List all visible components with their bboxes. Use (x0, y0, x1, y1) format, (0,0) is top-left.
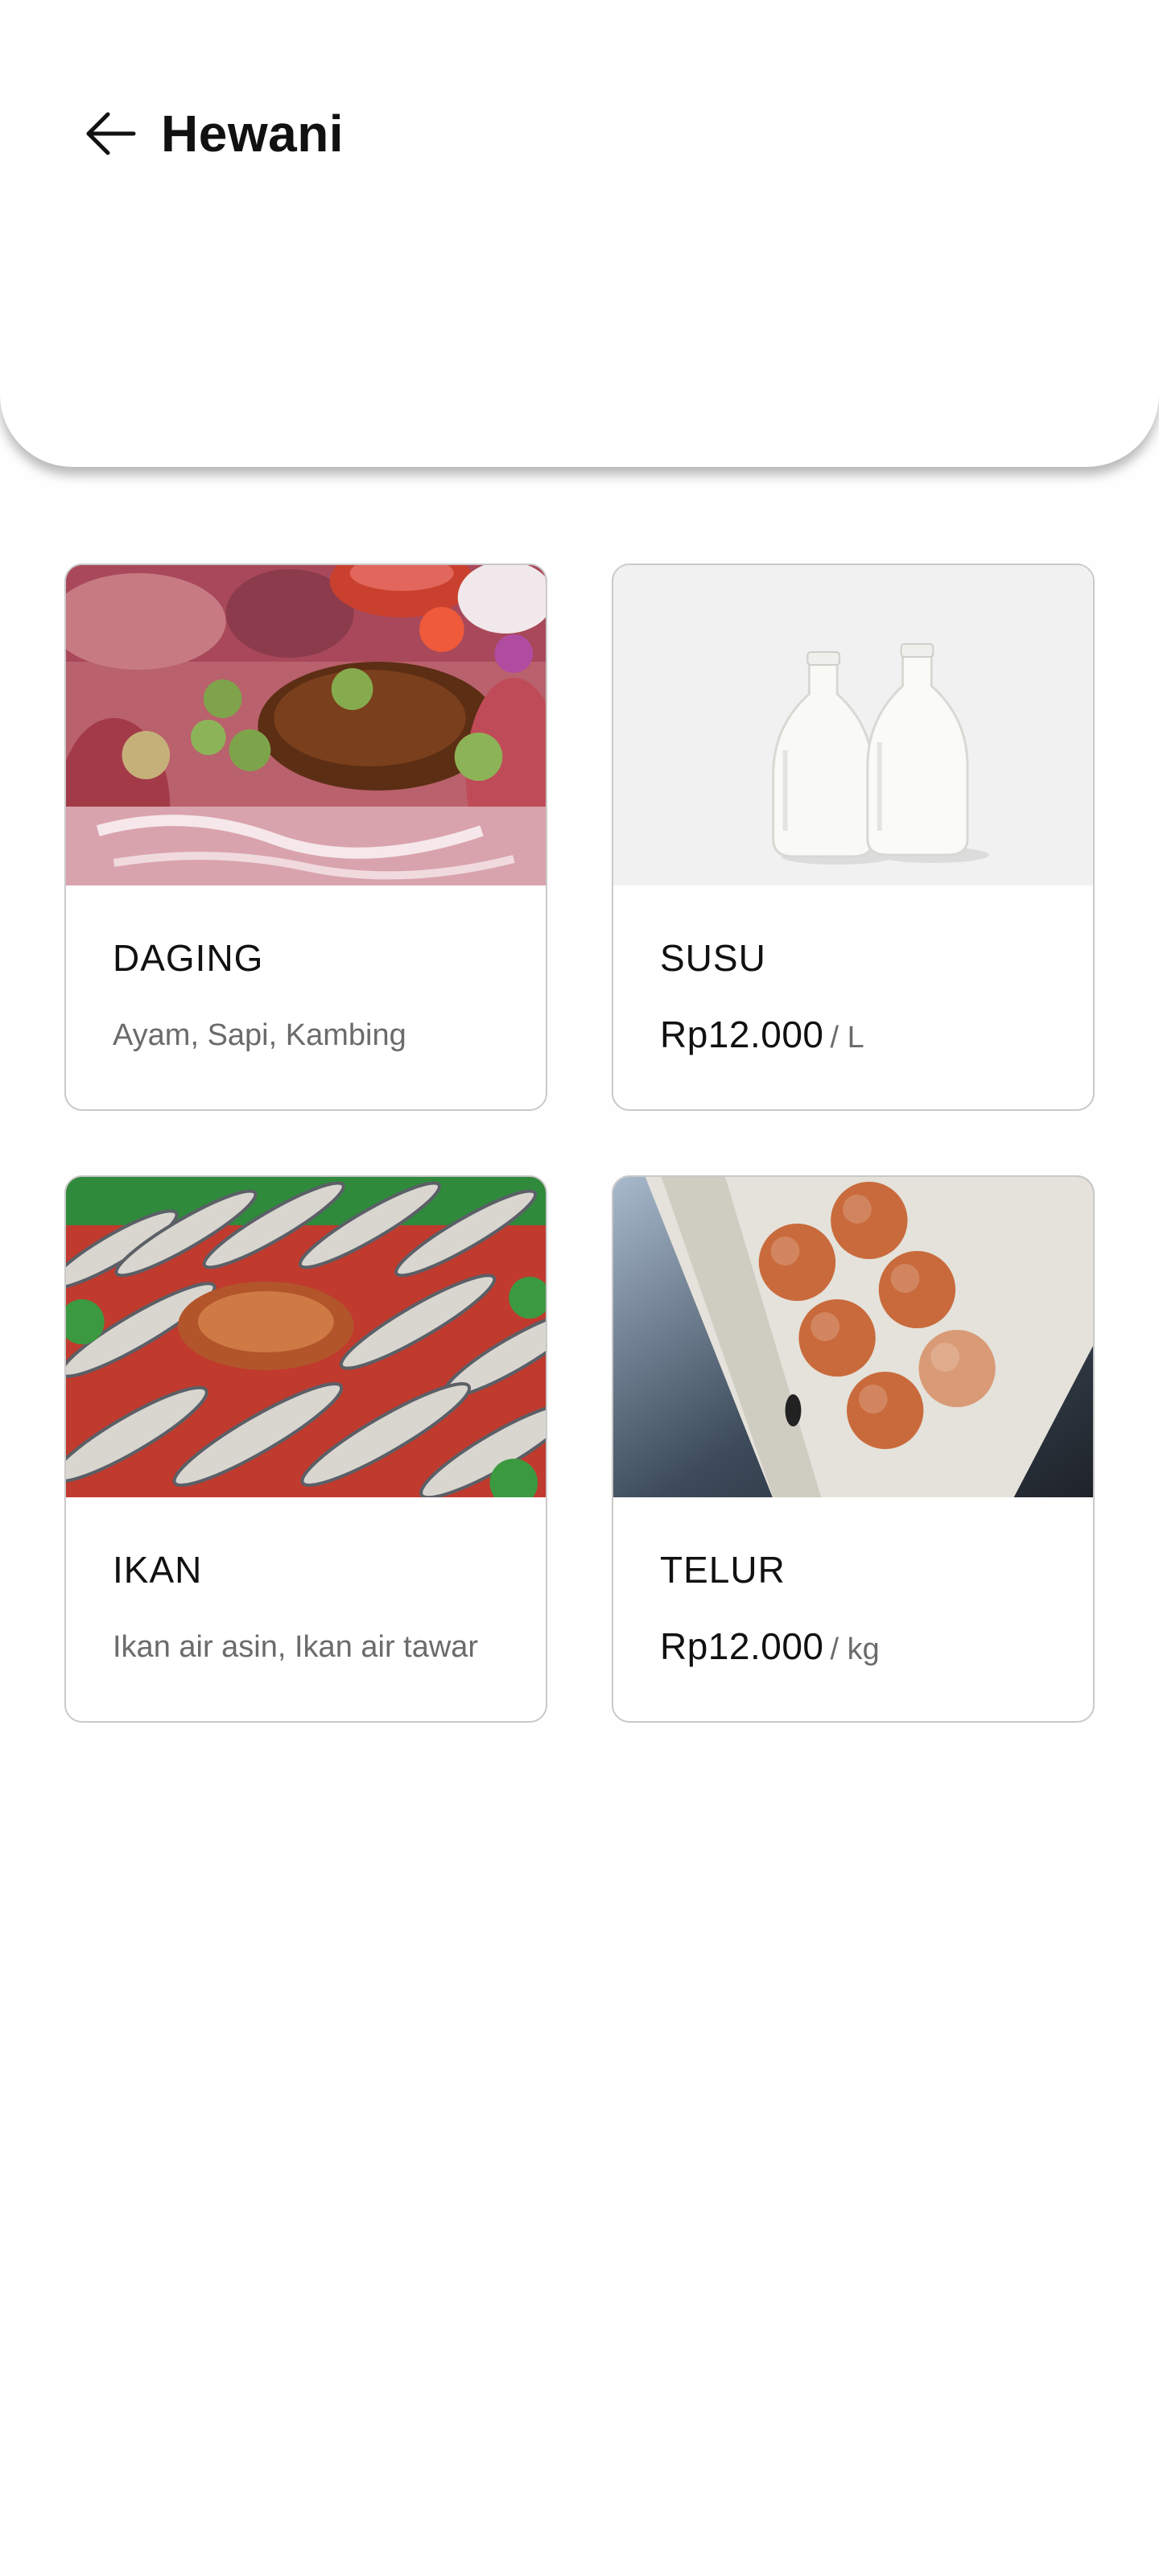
product-name: TELUR (660, 1549, 786, 1591)
price-unit: / L (830, 1021, 864, 1055)
product-name: IKAN (113, 1549, 203, 1591)
product-card-telur[interactable]: TELUR Rp12.000/ kg (612, 1175, 1095, 1723)
milk-bottles-image (613, 565, 1093, 886)
fish-market-image (66, 1177, 546, 1497)
app-header: Hewani (0, 0, 1159, 467)
page-title: Hewani (161, 105, 344, 163)
meat-platter-image (66, 565, 546, 886)
product-grid: DAGING Ayam, Sapi, Kambing SUSU Rp12.000… (64, 564, 1095, 1723)
arrow-left-icon (86, 112, 136, 155)
product-name: DAGING (113, 937, 264, 979)
egg-carton-image (613, 1177, 1093, 1497)
price-row: Rp12.000/ L (660, 1014, 1046, 1064)
product-name: SUSU (660, 937, 766, 979)
product-card-ikan[interactable]: IKAN Ikan air asin, Ikan air tawar (64, 1175, 547, 1723)
price-unit: / kg (830, 1633, 880, 1666)
product-price: Rp12.000 (660, 1625, 824, 1667)
product-price: Rp12.000 (660, 1013, 824, 1055)
product-card-daging[interactable]: DAGING Ayam, Sapi, Kambing (64, 564, 547, 1111)
back-button[interactable] (77, 100, 145, 167)
product-subtitle: Ayam, Sapi, Kambing (113, 1018, 406, 1052)
product-subtitle: Ikan air asin, Ikan air tawar (113, 1630, 479, 1664)
price-row: Rp12.000/ kg (660, 1626, 1046, 1676)
product-card-susu[interactable]: SUSU Rp12.000/ L (612, 564, 1095, 1111)
